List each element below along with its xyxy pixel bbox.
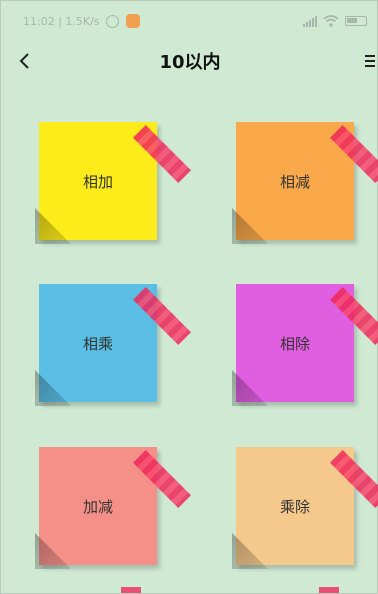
- note-curl: [232, 208, 268, 244]
- note-add-subtract[interactable]: 加减: [35, 447, 191, 569]
- tape-strip: [133, 450, 191, 508]
- wifi-icon: [323, 15, 339, 27]
- note-curl: [232, 370, 268, 406]
- app-notification-icon: [125, 14, 140, 28]
- next-row-tape: [121, 587, 141, 593]
- note-curl: [232, 533, 268, 569]
- note-addition[interactable]: 相加: [35, 122, 191, 244]
- note-multiply-divide[interactable]: 乘除: [232, 447, 378, 569]
- note-curl: [35, 208, 71, 244]
- note-subtraction[interactable]: 相减: [232, 122, 378, 244]
- header: 10以内: [1, 41, 378, 81]
- note-multiplication[interactable]: 相乘: [35, 284, 191, 406]
- note-label: 相减: [279, 172, 310, 191]
- menu-icon[interactable]: [363, 52, 377, 70]
- tape-strip: [133, 125, 191, 183]
- note-label: 相乘: [82, 334, 113, 353]
- alarm-icon: [105, 14, 119, 28]
- status-left: 11:02 | 1.5K/s: [23, 14, 140, 28]
- tape-strip: [330, 287, 378, 345]
- tape-strip: [330, 125, 378, 183]
- note-division[interactable]: 相除: [232, 284, 378, 406]
- status-right: [303, 15, 367, 27]
- next-row-tape: [319, 587, 339, 593]
- note-label: 相加: [82, 172, 113, 191]
- status-bar: 11:02 | 1.5K/s: [1, 1, 378, 41]
- note-curl: [35, 370, 71, 406]
- note-label: 相除: [279, 334, 310, 353]
- tape-strip: [330, 450, 378, 508]
- tape-strip: [133, 287, 191, 345]
- signal-icon: [303, 15, 317, 27]
- battery-icon: [345, 16, 367, 26]
- note-curl: [35, 533, 71, 569]
- note-label: 加减: [82, 497, 113, 516]
- note-label: 乘除: [279, 497, 310, 516]
- back-icon[interactable]: [15, 51, 35, 71]
- page-title: 10以内: [159, 52, 221, 73]
- status-time-speed: 11:02 | 1.5K/s: [23, 14, 100, 28]
